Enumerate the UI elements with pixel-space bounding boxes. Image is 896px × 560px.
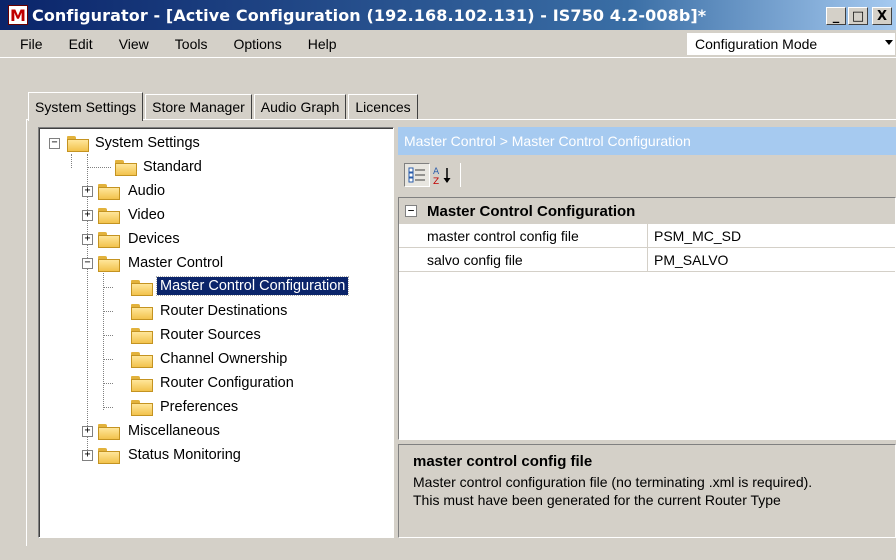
close-button[interactable]: X — [872, 7, 892, 25]
menu-bar: File Edit View Tools Options Help Config… — [0, 30, 896, 58]
chevron-down-icon[interactable] — [885, 40, 893, 45]
property-value-input[interactable]: PSM_MC_SD — [647, 224, 895, 248]
tree-item-preferences[interactable]: Preferences — [157, 398, 241, 416]
menu-tools[interactable]: Tools — [162, 36, 221, 52]
folder-icon — [98, 232, 120, 248]
categorized-view-button[interactable] — [404, 163, 430, 187]
toolbar-separator — [460, 163, 461, 187]
property-value-input[interactable]: PM_SALVO — [647, 248, 895, 272]
tab-audio-graph[interactable]: Audio Graph — [253, 94, 347, 120]
tree-item-master-control[interactable]: Master Control — [125, 254, 226, 272]
tree-connector — [103, 335, 113, 336]
folder-icon — [98, 184, 120, 200]
sort-az-icon: A Z — [433, 167, 451, 185]
folder-icon — [67, 136, 89, 152]
tree-expand-icon[interactable]: + — [82, 234, 93, 245]
tree-connector — [103, 383, 113, 384]
tree-item-router-sources[interactable]: Router Sources — [157, 326, 264, 344]
tree-item-master-control-configuration[interactable]: Master Control Configuration — [155, 276, 350, 296]
tree-item-standard[interactable]: Standard — [140, 158, 205, 176]
tree-connector — [103, 311, 113, 312]
settings-tree[interactable]: − System Settings Standard + Audio + Vid… — [38, 127, 394, 538]
tab-licences[interactable]: Licences — [348, 94, 418, 120]
tree-connector — [71, 154, 72, 168]
tree-connector — [103, 407, 113, 408]
menu-view[interactable]: View — [106, 36, 162, 52]
window-title: Configurator - [Active Configuration (19… — [32, 5, 707, 25]
tree-connector — [103, 287, 113, 288]
description-title: master control config file — [413, 453, 593, 470]
tab-strip: System Settings Store Manager Audio Grap… — [28, 92, 420, 121]
sort-az-bottom: Z — [433, 177, 439, 185]
property-name: salvo config file — [399, 248, 647, 272]
tree-connector — [103, 359, 113, 360]
category-collapse-icon[interactable]: − — [405, 205, 417, 217]
tree-expand-icon[interactable]: + — [82, 210, 93, 221]
tree-item-audio[interactable]: Audio — [125, 182, 168, 200]
folder-icon — [98, 208, 120, 224]
folder-icon — [131, 280, 153, 296]
property-description-pane: master control config file Master contro… — [398, 444, 896, 538]
property-grid[interactable]: − Master Control Configuration master co… — [398, 197, 896, 440]
tree-collapse-icon[interactable]: − — [49, 138, 60, 149]
folder-icon — [131, 400, 153, 416]
sort-alphabetical-button[interactable]: A Z — [430, 163, 456, 187]
folder-icon — [131, 328, 153, 344]
folder-icon — [131, 376, 153, 392]
minimize-button[interactable]: _ — [826, 7, 846, 25]
categorized-icon — [408, 167, 425, 183]
breadcrumb: Master Control > Master Control Configur… — [398, 127, 896, 155]
property-category-title: Master Control Configuration — [427, 202, 636, 220]
tree-connector — [103, 268, 104, 410]
mode-dropdown-value: Configuration Mode — [695, 36, 818, 52]
tree-collapse-icon[interactable]: − — [82, 258, 93, 269]
tree-expand-icon[interactable]: + — [82, 450, 93, 461]
folder-icon — [115, 160, 137, 176]
description-text-line-1: Master control configuration file (no te… — [413, 474, 813, 490]
folder-icon — [98, 424, 120, 440]
menu-help[interactable]: Help — [295, 36, 350, 52]
tree-item-miscellaneous[interactable]: Miscellaneous — [125, 422, 223, 440]
tab-system-settings[interactable]: System Settings — [28, 92, 144, 121]
tree-item-system-settings[interactable]: System Settings — [92, 134, 203, 152]
tree-item-devices[interactable]: Devices — [125, 230, 183, 248]
tree-item-router-destinations[interactable]: Router Destinations — [157, 302, 290, 320]
property-name: master control config file — [399, 224, 647, 248]
tree-expand-icon[interactable]: + — [82, 426, 93, 437]
app-logo-icon: M — [8, 5, 28, 25]
mode-dropdown[interactable]: Configuration Mode — [686, 32, 896, 56]
tree-item-channel-ownership[interactable]: Channel Ownership — [157, 350, 290, 368]
folder-icon — [131, 352, 153, 368]
folder-icon — [98, 448, 120, 464]
maximize-button[interactable]: □ — [848, 7, 868, 25]
property-row[interactable]: master control config file PSM_MC_SD — [399, 224, 895, 248]
property-category-row[interactable]: − Master Control Configuration — [399, 198, 895, 224]
tree-connector — [87, 154, 88, 460]
tree-connector — [87, 167, 111, 168]
tree-item-video[interactable]: Video — [125, 206, 168, 224]
menu-file[interactable]: File — [0, 36, 56, 52]
menu-edit[interactable]: Edit — [56, 36, 106, 52]
tree-expand-icon[interactable]: + — [82, 186, 93, 197]
tab-store-manager[interactable]: Store Manager — [145, 94, 252, 120]
sort-az-top: A — [433, 167, 440, 177]
folder-icon — [131, 304, 153, 320]
tree-item-router-configuration[interactable]: Router Configuration — [157, 374, 297, 392]
tree-item-status-monitoring[interactable]: Status Monitoring — [125, 446, 244, 464]
title-bar[interactable]: M Configurator - [Active Configuration (… — [0, 0, 896, 30]
menu-options[interactable]: Options — [220, 36, 294, 52]
property-grid-empty-area — [399, 272, 895, 439]
folder-icon — [98, 256, 120, 272]
description-text-line-2: This must have been generated for the cu… — [413, 492, 781, 508]
property-row[interactable]: salvo config file PM_SALVO — [399, 248, 895, 272]
